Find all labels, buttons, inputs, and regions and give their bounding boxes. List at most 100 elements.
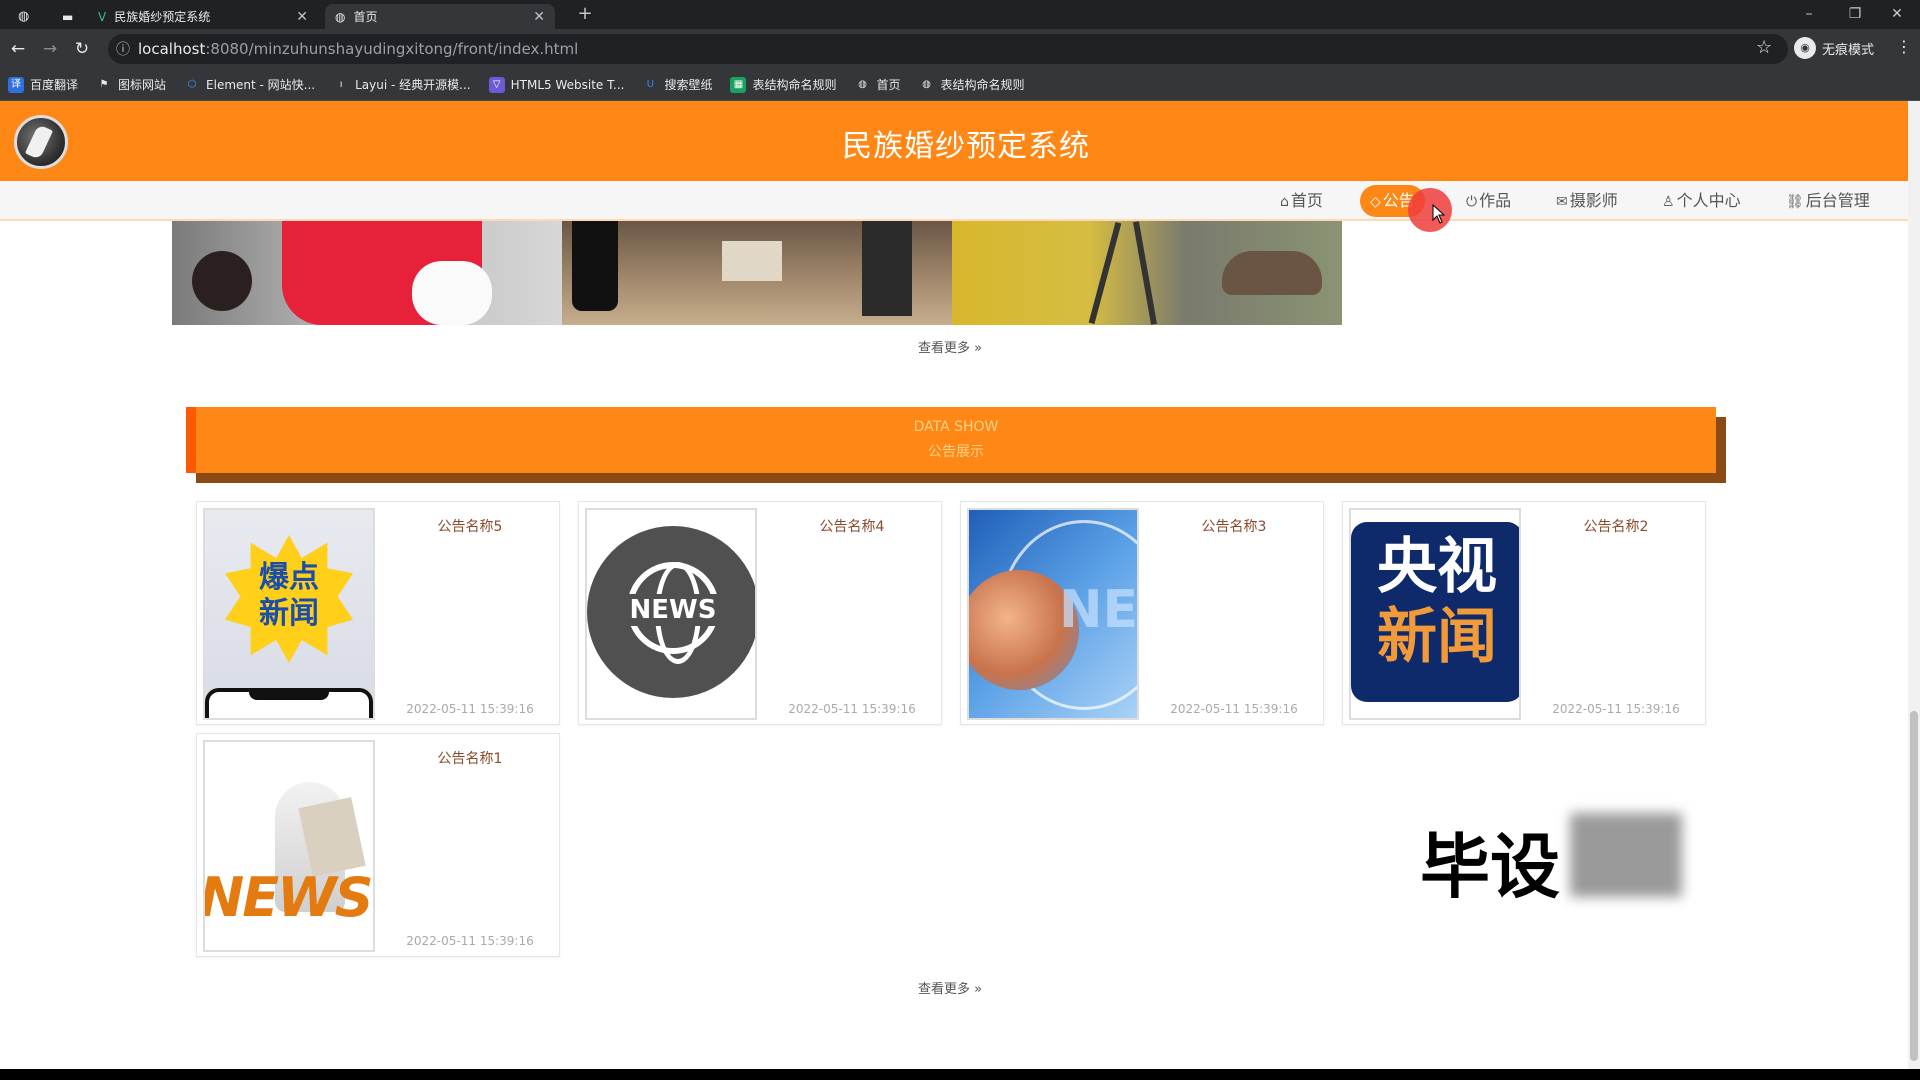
notice-date: 2022-05-11 15:39:16 (406, 934, 534, 948)
address-bar[interactable]: ⓘ localhost:8080/minzuhunshayudingxitong… (108, 34, 1788, 64)
notice-section-header: DATA SHOW 公告展示 (186, 407, 1716, 473)
notice-thumbnail: 爆点 新闻 (203, 508, 375, 720)
notice-thumbnail: NEW (967, 508, 1139, 720)
screen-bottom-edge (0, 1069, 1920, 1080)
notice-name: 公告名称2 (1583, 519, 1649, 535)
tab-pinned[interactable]: ◍ (8, 4, 52, 29)
section-title-cn: 公告展示 (928, 444, 984, 460)
minimize-icon[interactable]: – (1786, 2, 1832, 26)
thumb-text: NEWS (203, 866, 373, 929)
bookmark-item[interactable]: U 搜索壁纸 (642, 76, 713, 93)
tab-pinned-blank[interactable]: ▬ (52, 4, 88, 29)
close-icon[interactable]: ✕ (533, 9, 545, 25)
page-icon: ▬ (62, 9, 74, 24)
mouse-cursor-icon (1432, 204, 1446, 224)
incognito-indicator[interactable]: ◉ 无痕模式 (1794, 37, 1874, 59)
notice-card[interactable]: 爆点 新闻 公告名称5 2022-05-11 15:39:16 (196, 501, 560, 725)
works-more-link[interactable]: 查看更多 » (850, 337, 1050, 356)
bookmark-item[interactable]: ⬡ Element - 网站快... (184, 76, 315, 93)
browser-toolbar: ← → ↻ ⓘ localhost:8080/minzuhunshayuding… (0, 29, 1920, 69)
bookmarks-bar: 译百度翻译 ⚑ 图标网站 ⬡ Element - 网站快... ı Layui - 经… (0, 69, 1920, 101)
url-path: :8080/minzuhunshayudingxitong/front/inde… (205, 40, 579, 58)
work-photo[interactable] (562, 221, 952, 325)
bookmark-item[interactable]: ı Layui - 经典开源模... (333, 76, 471, 93)
bookmark-item[interactable]: ⚑ 图标网站 (96, 76, 167, 93)
globe-icon: ◍ (922, 78, 931, 90)
bookmark-item[interactable]: ◍ 首页 (854, 76, 900, 93)
notice-thumbnail: NEWS (203, 740, 375, 952)
link-icon: ⛓ (1786, 194, 1804, 210)
nav-photographer[interactable]: ✉ 摄影师 (1546, 185, 1628, 217)
reload-icon[interactable]: ↻ (70, 37, 94, 61)
nav-profile[interactable]: ♙ 个人中心 (1652, 185, 1751, 217)
notice-date: 2022-05-11 15:39:16 (1552, 702, 1680, 716)
wallpaper-icon: U (646, 78, 655, 90)
new-tab-icon[interactable]: + (560, 2, 610, 26)
double-chevron-right-icon: » (974, 341, 983, 356)
notice-card[interactable]: NEWS 公告名称4 2022-05-11 15:39:16 (578, 501, 942, 725)
incognito-icon: ◉ (1794, 37, 1816, 59)
bookmark-item[interactable]: ◍ 表结构命名规则 (919, 76, 1024, 93)
page-scrollbar[interactable] (1908, 101, 1920, 1069)
tab-title: 民族婚纱预定系统 (114, 10, 211, 24)
works-gallery (172, 221, 1342, 325)
bookmark-item[interactable]: ▽ HTML5 Website T... (488, 76, 624, 93)
translate-icon: 译 (8, 76, 24, 93)
double-chevron-right-icon: » (974, 982, 983, 997)
notice-card[interactable]: NEWS 公告名称1 2022-05-11 15:39:16 (196, 733, 560, 957)
incognito-label: 无痕模式 (1822, 42, 1875, 58)
thumb-text: 央视 (1377, 532, 1497, 602)
watermark-blur (1570, 813, 1682, 897)
notice-date: 2022-05-11 15:39:16 (788, 702, 916, 716)
work-photo[interactable] (172, 221, 562, 325)
notice-card[interactable]: 央视 新闻 公告名称2 2022-05-11 15:39:16 (1342, 501, 1706, 725)
scrollbar-thumb[interactable] (1910, 711, 1918, 1061)
thumb-text: 新闻 (1377, 602, 1497, 672)
user-icon: ♙ (1662, 194, 1675, 210)
power-icon: ⏻ (1466, 194, 1478, 210)
site-header: 民族婚纱预定系统 (0, 101, 1908, 181)
nav-home[interactable]: ⌂ 首页 (1270, 185, 1333, 217)
notice-date: 2022-05-11 15:39:16 (1170, 702, 1298, 716)
tab-system[interactable]: V 民族婚纱预定系统 ✕ (88, 4, 318, 29)
notice-thumbnail: NEWS (585, 508, 757, 720)
tab-home[interactable]: ◍ 首页 ✕ (325, 4, 555, 29)
browser-window: { "browser": { "tabs": [ {"title": "民族婚纱… (0, 0, 1920, 1080)
flag-icon: ⚑ (99, 78, 109, 90)
menu-icon[interactable]: ⋮ (1896, 37, 1912, 56)
bookmark-item[interactable]: 译百度翻译 (8, 76, 78, 93)
notice-more-link[interactable]: 查看更多 » (850, 978, 1050, 997)
section-title-en: DATA SHOW (913, 419, 999, 435)
watermark-text: 毕设 (1420, 826, 1560, 908)
notice-name: 公告名称3 (1201, 519, 1267, 535)
window-close-icon[interactable]: ✕ (1874, 2, 1920, 26)
mail-icon: ✉ (1556, 194, 1568, 210)
forward-icon[interactable]: → (38, 37, 62, 61)
nav-admin[interactable]: ⛓ 后台管理 (1776, 185, 1880, 217)
html5-icon: ▽ (488, 76, 505, 93)
notice-thumbnail: 央视 新闻 (1349, 508, 1521, 720)
browser-tab-bar: ◍ ▬ V 民族婚纱预定系统 ✕ ◍ 首页 ✕ + – ❐ ✕ (0, 0, 1920, 29)
restore-icon[interactable]: ❐ (1832, 2, 1878, 26)
sheet-icon: ▦ (730, 76, 747, 93)
url-host: localhost (138, 40, 206, 58)
site-title: 民族婚纱预定系统 (842, 129, 1090, 164)
notice-name: 公告名称4 (819, 519, 885, 535)
info-icon[interactable]: ⓘ (108, 39, 138, 59)
bookmark-star-icon[interactable]: ☆ (1756, 37, 1772, 58)
tag-icon: ◇ (1370, 194, 1381, 210)
main-nav: ⌂ 首页 ◇ 公告 ⏻ 作品 ✉ 摄影师 ♙ 个人中心 ⛓ 后台管理 (0, 181, 1908, 221)
layui-icon: ı (339, 78, 343, 90)
thumb-text: 爆点 新闻 (259, 560, 319, 631)
globe-icon: ◍ (858, 78, 867, 90)
work-photo[interactable] (952, 221, 1342, 325)
vue-icon: V (98, 9, 107, 24)
close-icon[interactable]: ✕ (296, 9, 308, 25)
thumb-text: NEW (1059, 580, 1139, 640)
bookmark-item[interactable]: ▦ 表结构命名规则 (730, 76, 836, 93)
back-icon[interactable]: ← (6, 37, 30, 61)
nav-works[interactable]: ⏻ 作品 (1456, 185, 1521, 217)
tab-title: 首页 (353, 10, 378, 24)
notice-card[interactable]: NEW 公告名称3 2022-05-11 15:39:16 (960, 501, 1324, 725)
home-icon: ⌂ (1280, 194, 1289, 210)
